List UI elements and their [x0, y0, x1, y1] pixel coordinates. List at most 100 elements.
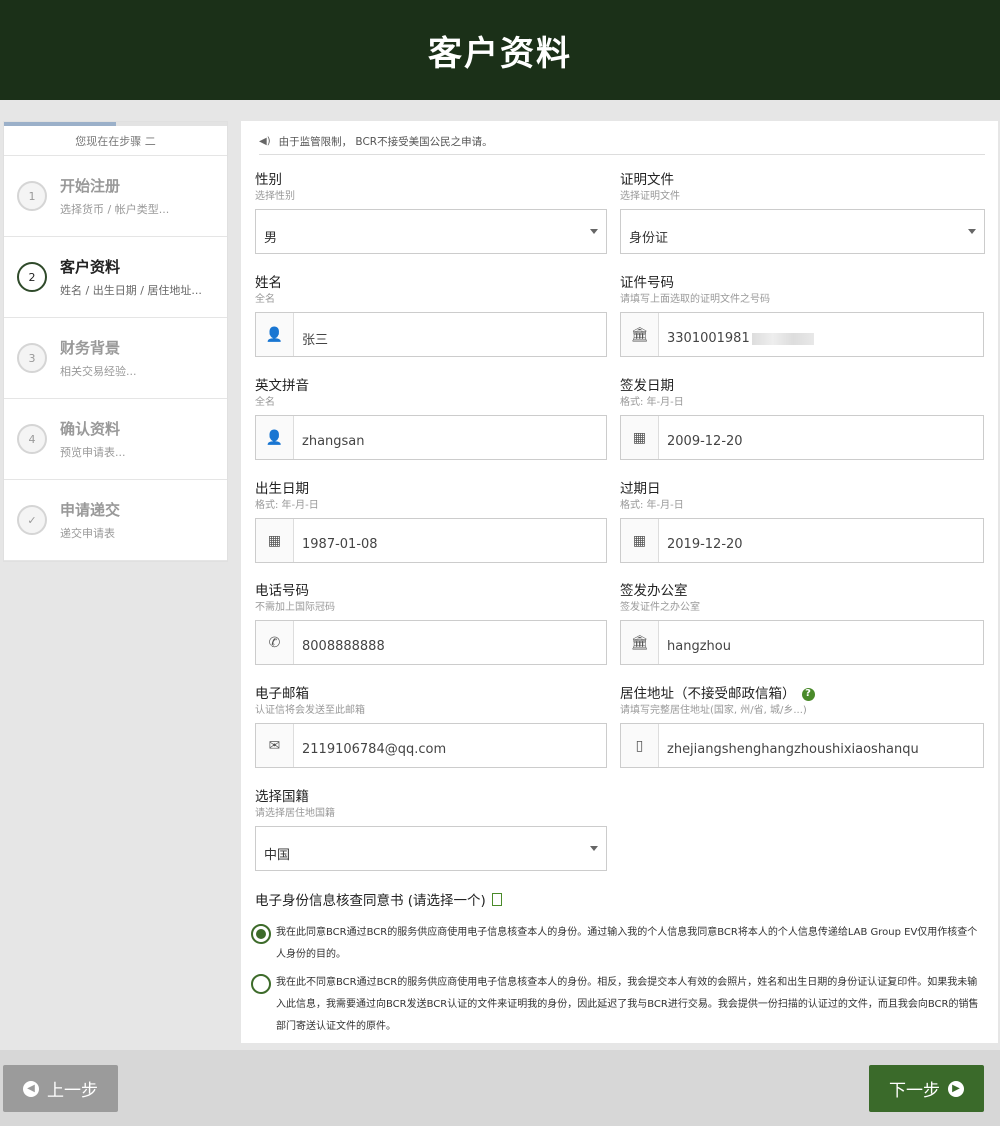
field-hint: 请选择居住地国籍: [255, 808, 335, 819]
prev-button[interactable]: ◀ 上一步: [3, 1065, 118, 1112]
field-hint: 格式: 年-月-日: [255, 500, 319, 511]
phone-input[interactable]: ✆ 8008888888: [255, 620, 607, 665]
step-item-submit[interactable]: ✓ 申请递交 递交申请表: [4, 480, 227, 561]
blurred-text: [751, 332, 814, 345]
step-item-register[interactable]: 1 开始注册 选择货币 / 帐户类型...: [4, 156, 227, 237]
issue-date-input[interactable]: ▦ 2009-12-20: [620, 415, 984, 460]
field-label: 签发日期: [620, 378, 674, 394]
birth-date-input[interactable]: ▦ 1987-01-08: [255, 518, 607, 563]
address-input[interactable]: ▯ zhejiangshenghangzhoushixiaoshanqu: [620, 723, 984, 768]
step-number-circle: 1: [17, 181, 47, 211]
step-indicator: 您现在在步骤 二: [4, 126, 227, 156]
consent-title: 电子身份信息核查同意书 (请选择一个): [255, 889, 502, 909]
name-field: 姓名 全名 👤 张三: [255, 274, 607, 357]
pinyin-input[interactable]: 👤 zhangsan: [255, 415, 607, 460]
consent-option-agree[interactable]: 我在此同意BCR通过BCR的服务供应商使用电子信息核查本人的身份。通过输入我的个…: [251, 922, 986, 966]
doc-type-select[interactable]: 身份证: [620, 209, 985, 254]
field-hint: 格式: 年-月-日: [620, 397, 684, 408]
select-value: 中国: [264, 848, 291, 863]
envelope-icon: ✉: [256, 724, 294, 767]
doc-type-field: 证明文件 选择证明文件 身份证: [620, 171, 985, 254]
input-value: 2009-12-20: [667, 434, 743, 449]
next-button-label: 下一步: [889, 1081, 940, 1101]
map-icon: ▯: [621, 724, 659, 767]
field-hint: 选择证明文件: [620, 191, 680, 202]
field-label: 选择国籍: [255, 789, 309, 805]
doc-number-field: 证件号码 请填写上面选取的证明文件之号码 🏛 3301001981: [620, 274, 984, 357]
gender-field: 性别 选择性别 男: [255, 171, 607, 254]
bank-icon: 🏛: [621, 313, 659, 356]
field-hint: 签发证件之办公室: [620, 602, 700, 613]
notice-bar: ◀) 由于监管限制， BCR不接受美国公民之申请。: [259, 129, 985, 155]
consent-option-text: 我在此同意BCR通过BCR的服务供应商使用电子信息核查本人的身份。通过输入我的个…: [276, 927, 978, 960]
speaker-icon: ◀): [259, 136, 271, 147]
field-label: 居住地址（不接受邮政信箱）?: [620, 685, 984, 703]
step-title: 开始注册: [60, 177, 121, 195]
address-field: 居住地址（不接受邮政信箱）? 请填写完整居住地址(国家, 州/省, 城/乡...…: [620, 685, 984, 768]
step-subtitle: 选择货币 / 帐户类型...: [60, 203, 170, 216]
select-value: 男: [264, 231, 278, 246]
issue-office-input[interactable]: 🏛 hangzhou: [620, 620, 984, 665]
step-item-confirm[interactable]: 4 确认资料 预览申请表...: [4, 399, 227, 480]
step-subtitle: 预览申请表...: [60, 446, 126, 459]
consent-option-disagree[interactable]: 我在此不同意BCR通过BCR的服务供应商使用电子信息核查本人的身份。相反，我会提…: [251, 972, 986, 1038]
prev-button-label: 上一步: [47, 1081, 98, 1101]
input-value: 2019-12-20: [667, 537, 743, 552]
field-label: 过期日: [620, 481, 661, 497]
radio-button[interactable]: [251, 924, 271, 944]
caret-down-icon: [590, 229, 598, 234]
step-title: 确认资料: [60, 420, 121, 438]
field-hint: 全名: [255, 294, 275, 305]
input-value: zhangsan: [302, 434, 365, 449]
radio-button[interactable]: [251, 974, 271, 994]
birth-date-field: 出生日期 格式: 年-月-日 ▦ 1987-01-08: [255, 480, 607, 563]
step-item-customer-info[interactable]: 2 客户资料 姓名 / 出生日期 / 居住地址...: [4, 237, 227, 318]
expiry-date-input[interactable]: ▦ 2019-12-20: [620, 518, 984, 563]
name-input[interactable]: 👤 张三: [255, 312, 607, 357]
field-hint: 不需加上国际冠码: [255, 602, 335, 613]
input-value: 张三: [302, 333, 329, 348]
help-icon[interactable]: ?: [801, 687, 815, 701]
page-header: 客户资料: [0, 0, 1000, 100]
progress-fill: [4, 122, 116, 126]
phone-field: 电话号码 不需加上国际冠码 ✆ 8008888888: [255, 582, 607, 665]
gender-select[interactable]: 男: [255, 209, 607, 254]
field-hint: 选择性别: [255, 191, 295, 202]
add-user-icon: 👤: [256, 416, 294, 459]
next-button[interactable]: 下一步 ▶: [869, 1065, 984, 1112]
input-value: zhejiangshenghangzhoushixiaoshanqu: [667, 742, 919, 757]
step-title: 申请递交: [60, 501, 121, 519]
field-label: 证件号码: [620, 275, 674, 291]
check-icon: ✓: [17, 505, 47, 535]
calendar-icon: ▦: [256, 519, 294, 562]
step-number-circle: 2: [17, 262, 47, 292]
calendar-icon: ▦: [621, 416, 659, 459]
consent-option-text: 我在此不同意BCR通过BCR的服务供应商使用电子信息核查本人的身份。相反，我会提…: [276, 977, 979, 1032]
field-hint: 格式: 年-月-日: [620, 500, 684, 511]
field-hint: 请填写完整居住地址(国家, 州/省, 城/乡...): [620, 705, 807, 716]
email-input[interactable]: ✉ 2119106784@qq.com: [255, 723, 607, 768]
caret-down-icon: [590, 846, 598, 851]
issue-office-field: 签发办公室 签发证件之办公室 🏛 hangzhou: [620, 582, 984, 665]
field-label: 证明文件: [620, 172, 674, 188]
step-subtitle: 姓名 / 出生日期 / 居住地址...: [60, 284, 202, 297]
select-value: 身份证: [629, 231, 669, 246]
email-field: 电子邮箱 认证信将会发送至此邮箱 ✉ 2119106784@qq.com: [255, 685, 607, 768]
input-value: 8008888888: [302, 639, 385, 654]
nationality-select[interactable]: 中国: [255, 826, 607, 871]
doc-number-input[interactable]: 🏛 3301001981: [620, 312, 984, 357]
input-value: 3301001981: [659, 323, 814, 346]
step-subtitle: 相关交易经验...: [60, 365, 137, 378]
calendar-icon: ▦: [621, 519, 659, 562]
step-title: 财务背景: [60, 339, 121, 357]
bank-icon: 🏛: [621, 621, 659, 664]
pdf-icon[interactable]: [491, 892, 502, 906]
field-label: 出生日期: [255, 481, 309, 497]
steps-sidebar: 您现在在步骤 二 1 开始注册 选择货币 / 帐户类型... 2 客户资料 姓名…: [3, 121, 228, 562]
field-label: 签发办公室: [620, 583, 688, 599]
field-hint: 认证信将会发送至此邮箱: [255, 705, 365, 716]
step-item-financial[interactable]: 3 财务背景 相关交易经验...: [4, 318, 227, 399]
customer-form: ◀) 由于监管限制， BCR不接受美国公民之申请。 性别 选择性别 男 证明文件…: [241, 121, 998, 1043]
field-label: 英文拼音: [255, 378, 309, 394]
footer-bar: ◀ 上一步 下一步 ▶: [0, 1050, 1000, 1126]
